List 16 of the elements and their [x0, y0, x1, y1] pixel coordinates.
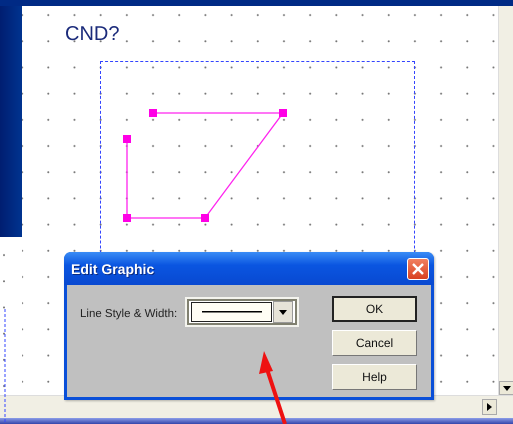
line-style-dropdown[interactable] [187, 299, 298, 325]
cancel-button[interactable]: Cancel [332, 330, 417, 356]
canvas-title: CND? [65, 23, 120, 46]
ok-button[interactable]: OK [332, 296, 417, 322]
caret-icon [502, 386, 510, 390]
scroll-down-button[interactable] [499, 381, 513, 395]
close-button[interactable] [407, 258, 429, 280]
help-button[interactable]: Help [332, 364, 417, 390]
dropdown-button[interactable] [273, 301, 294, 323]
caret-icon [487, 403, 492, 411]
field-label: Line Style & Width: [80, 308, 178, 322]
dialog-title: Edit Graphic [71, 260, 154, 276]
scroll-right-button[interactable] [482, 399, 497, 415]
close-icon [412, 262, 424, 274]
line-sample-icon [202, 311, 262, 313]
caret-icon [279, 310, 288, 314]
